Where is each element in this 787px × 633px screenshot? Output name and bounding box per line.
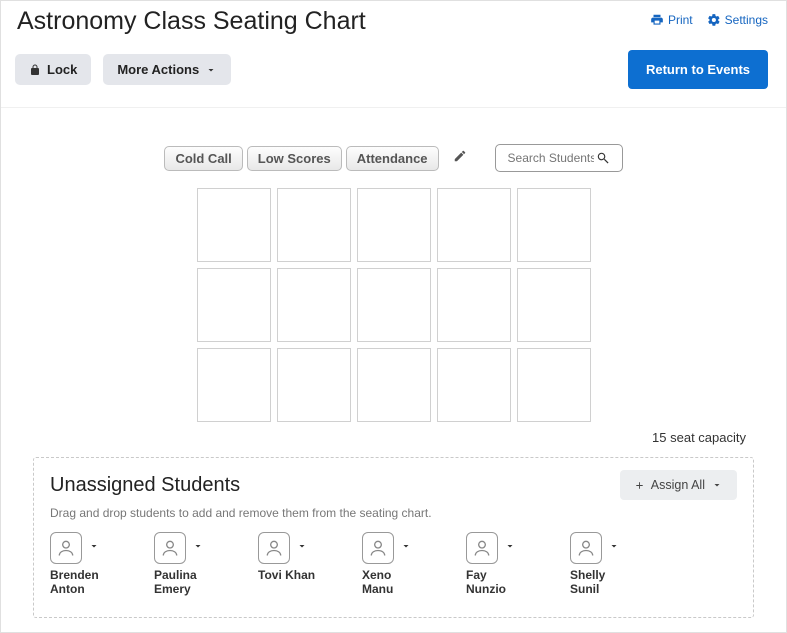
student-menu-chevron[interactable]: [504, 539, 516, 557]
settings-label: Settings: [725, 13, 768, 27]
chevron-down-icon: [296, 540, 308, 552]
pill-attendance[interactable]: Attendance: [346, 146, 439, 171]
chevron-down-icon: [608, 540, 620, 552]
search-icon: [596, 151, 610, 165]
assign-all-button[interactable]: Assign All: [620, 470, 737, 500]
student-avatar[interactable]: [258, 532, 290, 564]
student-menu-chevron[interactable]: [400, 539, 412, 557]
more-actions-button[interactable]: More Actions: [103, 54, 231, 85]
subheader-left: Lock More Actions: [15, 54, 231, 85]
search-input[interactable]: [506, 150, 596, 166]
lock-label: Lock: [47, 62, 77, 77]
student-avatar[interactable]: [466, 532, 498, 564]
student-menu-chevron[interactable]: [88, 539, 100, 557]
seating-grid: [197, 188, 591, 422]
person-icon: [368, 538, 388, 558]
student-top: [50, 532, 100, 564]
unassigned-description: Drag and drop students to add and remove…: [50, 506, 737, 520]
seat[interactable]: [197, 268, 271, 342]
person-icon: [576, 538, 596, 558]
search-box[interactable]: [495, 144, 623, 172]
print-label: Print: [668, 13, 693, 27]
seat[interactable]: [357, 188, 431, 262]
student-card: Fay Nunzio: [466, 532, 542, 597]
chevron-down-icon: [711, 479, 723, 491]
gear-icon: [707, 13, 721, 27]
student-name: Tovi Khan: [258, 568, 315, 582]
student-avatar[interactable]: [50, 532, 82, 564]
student-avatar[interactable]: [570, 532, 602, 564]
student-menu-chevron[interactable]: [608, 539, 620, 557]
student-avatar[interactable]: [362, 532, 394, 564]
person-icon: [56, 538, 76, 558]
student-name: Brenden Anton: [50, 568, 110, 597]
student-top: [258, 532, 308, 564]
person-icon: [160, 538, 180, 558]
seat[interactable]: [437, 188, 511, 262]
chevron-down-icon: [192, 540, 204, 552]
seat[interactable]: [517, 188, 591, 262]
page-title: Astronomy Class Seating Chart: [17, 7, 366, 36]
seat[interactable]: [197, 348, 271, 422]
toolbar: Cold Call Low Scores Attendance: [1, 108, 786, 182]
header-actions: Print Settings: [650, 13, 768, 27]
student-top: [154, 532, 204, 564]
chevron-down-icon: [205, 64, 217, 76]
student-card: Brenden Anton: [50, 532, 126, 597]
student-name: Paulina Emery: [154, 568, 214, 597]
seat[interactable]: [277, 268, 351, 342]
return-label: Return to Events: [646, 62, 750, 77]
student-top: [362, 532, 412, 564]
settings-button[interactable]: Settings: [707, 13, 768, 27]
student-menu-chevron[interactable]: [296, 539, 308, 557]
chevron-down-icon: [504, 540, 516, 552]
seat[interactable]: [437, 268, 511, 342]
pill-row: Cold Call Low Scores Attendance: [164, 146, 438, 171]
return-to-events-button[interactable]: Return to Events: [628, 50, 768, 89]
student-menu-chevron[interactable]: [192, 539, 204, 557]
student-card: Xeno Manu: [362, 532, 438, 597]
unassigned-header: Unassigned Students Assign All: [50, 470, 737, 500]
student-name: Shelly Sunil: [570, 568, 630, 597]
student-avatar[interactable]: [154, 532, 186, 564]
seat[interactable]: [357, 268, 431, 342]
pill-low-scores[interactable]: Low Scores: [247, 146, 342, 171]
seat[interactable]: [197, 188, 271, 262]
edit-icon[interactable]: [453, 149, 467, 168]
more-actions-label: More Actions: [117, 62, 199, 77]
seat[interactable]: [517, 348, 591, 422]
student-name: Xeno Manu: [362, 568, 422, 597]
seat[interactable]: [517, 268, 591, 342]
chevron-down-icon: [88, 540, 100, 552]
capacity-text: 15 seat capacity: [1, 422, 786, 451]
person-icon: [264, 538, 284, 558]
seating-grid-wrap: [1, 182, 786, 422]
seat[interactable]: [277, 188, 351, 262]
seat[interactable]: [357, 348, 431, 422]
subheader: Lock More Actions Return to Events: [1, 36, 786, 108]
plus-icon: [634, 480, 645, 491]
student-card: Tovi Khan: [258, 532, 334, 597]
print-button[interactable]: Print: [650, 13, 693, 27]
print-icon: [650, 13, 664, 27]
student-top: [570, 532, 620, 564]
chevron-down-icon: [400, 540, 412, 552]
students-row: Brenden Anton Paulina Emery Tovi Khan Xeno …: [50, 532, 737, 597]
lock-button[interactable]: Lock: [15, 54, 91, 85]
student-name: Fay Nunzio: [466, 568, 526, 597]
pill-cold-call[interactable]: Cold Call: [164, 146, 242, 171]
person-icon: [472, 538, 492, 558]
seat[interactable]: [277, 348, 351, 422]
seat[interactable]: [437, 348, 511, 422]
page-root: Astronomy Class Seating Chart Print Sett…: [0, 0, 787, 633]
header: Astronomy Class Seating Chart Print Sett…: [1, 1, 786, 36]
lock-icon: [29, 64, 41, 76]
student-card: Paulina Emery: [154, 532, 230, 597]
unassigned-title: Unassigned Students: [50, 474, 240, 497]
student-top: [466, 532, 516, 564]
assign-all-label: Assign All: [651, 478, 705, 492]
unassigned-panel: Unassigned Students Assign All Drag and …: [33, 457, 754, 618]
student-card: Shelly Sunil: [570, 532, 646, 597]
